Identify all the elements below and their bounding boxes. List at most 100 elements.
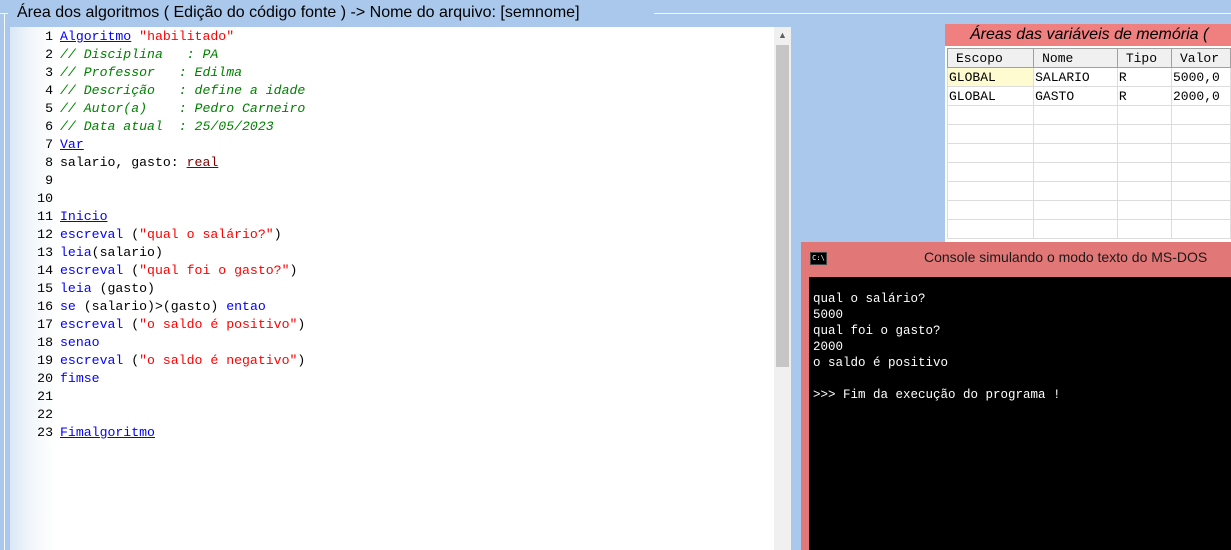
code-line[interactable]: 17 escreval ("o saldo é positivo") xyxy=(10,316,774,334)
line-number: 21 xyxy=(37,389,53,404)
line-number: 15 xyxy=(37,281,53,296)
variables-column-header[interactable]: Valor xyxy=(1170,48,1231,68)
code-token: salario, gasto: xyxy=(60,155,187,170)
line-number: 19 xyxy=(37,353,53,368)
code-token: ) xyxy=(273,227,282,242)
scrollbar-thumb[interactable] xyxy=(776,45,789,367)
code-token: Var xyxy=(60,137,84,152)
code-text: escreval ("o saldo é negativo") xyxy=(60,352,305,370)
code-line[interactable]: 22 xyxy=(10,406,774,424)
code-line[interactable]: 20 fimse xyxy=(10,370,774,388)
code-editor[interactable]: 1 Algoritmo "habilitado" 2 // Disciplina : … xyxy=(10,27,791,550)
code-text: // Data atual : 25/05/2023 xyxy=(60,118,274,136)
variables-column-header[interactable]: Escopo xyxy=(946,48,1035,68)
code-line[interactable]: 13 leia(salario) xyxy=(10,244,774,262)
variable-cell xyxy=(1170,162,1231,182)
variable-cell: GLOBAL xyxy=(946,86,1035,106)
variable-cell xyxy=(1116,105,1172,125)
console-title: Console simulando o modo texto do MS-DOS xyxy=(924,249,1208,265)
line-number: 12 xyxy=(37,227,53,242)
variable-row-empty xyxy=(946,143,1231,163)
group-frame-border-right xyxy=(654,13,1231,14)
code-text: fimse xyxy=(60,370,100,388)
code-token: entao xyxy=(226,299,266,314)
code-line[interactable]: 12 escreval ("qual o salário?") xyxy=(10,226,774,244)
scroll-up-arrow-icon[interactable]: ▲ xyxy=(774,27,791,44)
variable-cell: GASTO xyxy=(1033,86,1118,106)
line-number: 2 xyxy=(45,47,53,62)
variable-cell xyxy=(1116,162,1172,182)
variable-cell xyxy=(1116,200,1172,220)
variable-cell: R xyxy=(1116,67,1172,87)
variable-cell xyxy=(946,105,1035,125)
algorithm-area-title: Área dos algoritmos ( Edição do código f… xyxy=(17,4,580,21)
code-line[interactable]: 5 // Autor(a) : Pedro Carneiro xyxy=(10,100,774,118)
variables-column-header[interactable]: Nome xyxy=(1033,48,1118,68)
code-text: // Descrição : define a idade xyxy=(60,82,305,100)
code-text: leia(salario) xyxy=(60,244,163,262)
code-token: (salario)>(gasto) xyxy=(75,299,227,314)
variable-cell xyxy=(946,219,1035,239)
variable-cell xyxy=(946,143,1035,163)
line-number: 3 xyxy=(45,65,53,80)
code-line[interactable]: 8 salario, gasto: real xyxy=(10,154,774,172)
code-token: ( xyxy=(123,317,140,332)
variable-cell xyxy=(946,124,1035,144)
variable-cell xyxy=(1170,124,1231,144)
code-line[interactable]: 23 Fimalgoritmo xyxy=(10,424,774,442)
variable-row[interactable]: GLOBAL GASTO R 2000,0 xyxy=(946,86,1231,106)
code-lines[interactable]: 1 Algoritmo "habilitado" 2 // Disciplina : … xyxy=(10,28,774,442)
code-line[interactable]: 2 // Disciplina : PA xyxy=(10,46,774,64)
code-line[interactable]: 9 xyxy=(10,172,774,190)
code-text: escreval ("qual o salário?") xyxy=(60,226,282,244)
variables-panel: Áreas das variáveis de memória ( Escopo N… xyxy=(945,24,1231,250)
code-line[interactable]: 14 escreval ("qual foi o gasto?") xyxy=(10,262,774,280)
code-line[interactable]: 15 leia (gasto) xyxy=(10,280,774,298)
code-token: se xyxy=(60,299,76,314)
variables-table: Escopo Nome Tipo Valor GLOBAL SALARIO R 5000,0… xyxy=(946,48,1231,239)
console-title-bar[interactable]: C:\ Console simulando o modo texto do MS… xyxy=(801,242,1231,272)
line-number: 10 xyxy=(37,191,53,206)
variable-cell xyxy=(1033,200,1118,220)
variable-row[interactable]: GLOBAL SALARIO R 5000,0 xyxy=(946,67,1231,87)
variables-column-header[interactable]: Tipo xyxy=(1116,48,1172,68)
code-text: Fimalgoritmo xyxy=(60,424,155,442)
variable-cell: GLOBAL xyxy=(946,67,1035,87)
code-line[interactable]: 6 // Data atual : 25/05/2023 xyxy=(10,118,774,136)
variable-cell xyxy=(1116,143,1172,163)
code-line[interactable]: 4 // Descrição : define a idade xyxy=(10,82,774,100)
code-line[interactable]: 3 // Professor : Edilma xyxy=(10,64,774,82)
cmd-icon: C:\ xyxy=(810,252,827,265)
code-text: escreval ("o saldo é positivo") xyxy=(60,316,305,334)
line-number: 6 xyxy=(45,119,53,134)
code-text: se (salario)>(gasto) entao xyxy=(60,298,266,316)
variable-cell: SALARIO xyxy=(1033,67,1118,87)
editor-vertical-scrollbar[interactable]: ▲ xyxy=(774,27,791,550)
code-text: leia (gasto) xyxy=(60,280,155,298)
code-line[interactable]: 19 escreval ("o saldo é negativo") xyxy=(10,352,774,370)
code-line[interactable]: 21 xyxy=(10,388,774,406)
code-token: fimse xyxy=(60,371,100,386)
variable-cell xyxy=(1033,181,1118,201)
code-token: // Disciplina : PA xyxy=(60,47,219,62)
code-line[interactable]: 16 se (salario)>(gasto) entao xyxy=(10,298,774,316)
code-text: escreval ("qual foi o gasto?") xyxy=(60,262,297,280)
variable-cell xyxy=(1170,143,1231,163)
code-text: Algoritmo "habilitado" xyxy=(60,28,234,46)
console-window[interactable]: C:\ Console simulando o modo texto do MS… xyxy=(801,242,1231,550)
code-line[interactable]: 7 Var xyxy=(10,136,774,154)
code-token: ) xyxy=(297,317,306,332)
code-line[interactable]: 18 senao xyxy=(10,334,774,352)
code-line[interactable]: 1 Algoritmo "habilitado" xyxy=(10,28,774,46)
variable-cell xyxy=(1170,181,1231,201)
variable-cell xyxy=(1116,219,1172,239)
line-number: 23 xyxy=(37,425,53,440)
code-token: Algoritmo xyxy=(60,29,132,44)
variable-cell: R xyxy=(1116,86,1172,106)
code-token: // Descrição : define a idade xyxy=(60,83,306,98)
code-line[interactable]: 11 Inicio xyxy=(10,208,774,226)
code-line[interactable]: 10 xyxy=(10,190,774,208)
code-text: // Autor(a) : Pedro Carneiro xyxy=(60,100,305,118)
